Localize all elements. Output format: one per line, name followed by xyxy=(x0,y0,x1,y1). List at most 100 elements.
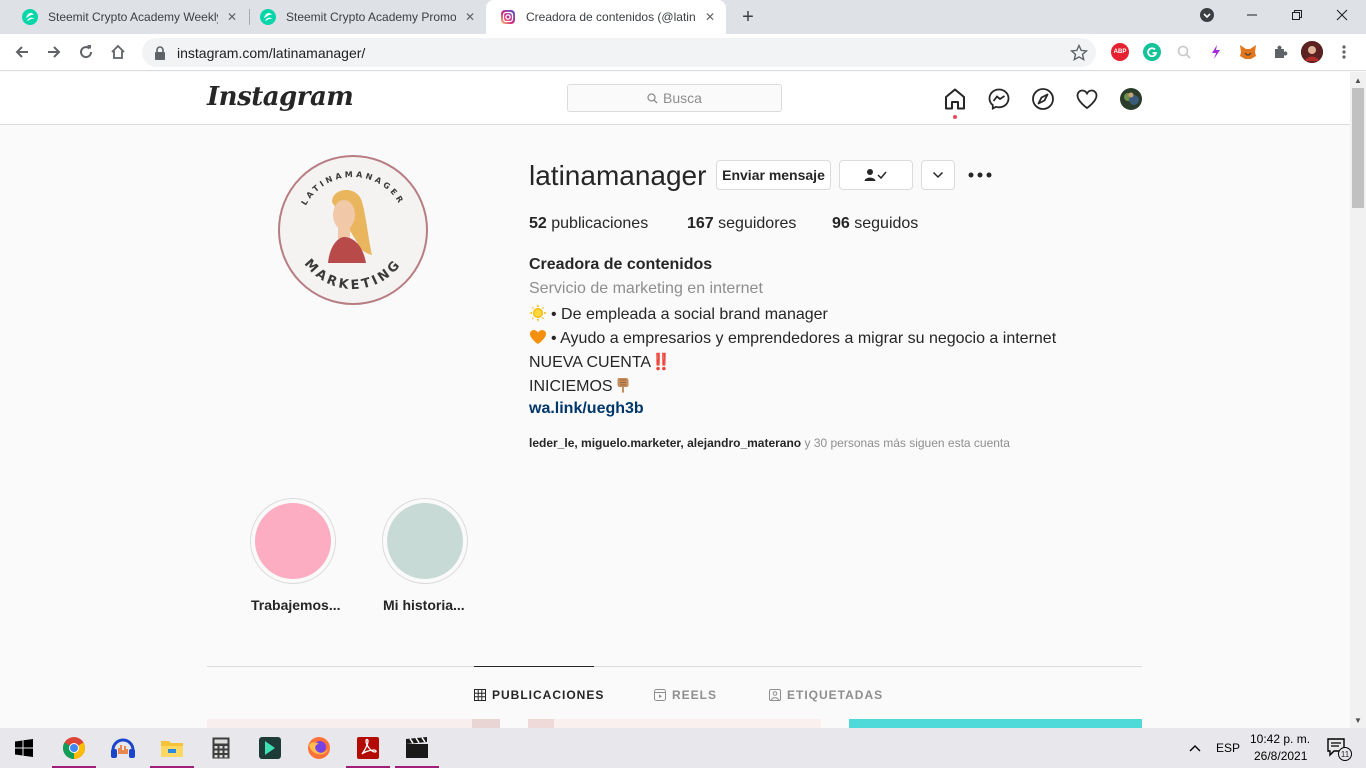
tab-search-button[interactable] xyxy=(1185,0,1229,30)
instagram-logo[interactable]: Instagram xyxy=(207,82,354,112)
calculator-icon xyxy=(212,737,230,759)
puzzle-icon[interactable] xyxy=(1271,43,1289,61)
highlight-cover xyxy=(387,503,463,579)
language-indicator[interactable]: ESP xyxy=(1216,741,1240,755)
posts-count: 52 xyxy=(529,215,547,232)
sync-icon[interactable] xyxy=(1207,43,1225,61)
post-thumbnail[interactable] xyxy=(528,719,821,728)
chrome-menu-button[interactable] xyxy=(1330,38,1358,66)
taskbar-audacity[interactable] xyxy=(99,728,147,768)
taskbar-filmora[interactable] xyxy=(246,728,294,768)
forward-button[interactable] xyxy=(40,38,68,66)
active-tab-indicator xyxy=(474,666,594,667)
nav-explore[interactable] xyxy=(1030,86,1056,112)
url-text: instagram.com/latinamanager/ xyxy=(177,44,366,61)
windows-taskbar: ESP 10:42 p. m. 26/8/2021 11 xyxy=(0,728,1366,768)
posts-label: publicaciones xyxy=(551,215,649,232)
search-ext-icon[interactable] xyxy=(1175,43,1193,61)
metamask-icon[interactable] xyxy=(1239,43,1257,61)
minimize-button[interactable] xyxy=(1230,0,1274,30)
close-tab-icon[interactable]: ✕ xyxy=(224,9,240,25)
sun-emoji-icon xyxy=(529,304,547,322)
windows-start-button[interactable] xyxy=(0,728,48,768)
bio-category: Servicio de marketing en internet xyxy=(529,280,763,297)
activity-dot xyxy=(953,115,957,119)
close-tab-icon[interactable]: ✕ xyxy=(462,9,478,25)
followed-by-note[interactable]: leder_le, miguelo.marketer, alejandro_ma… xyxy=(529,436,1010,450)
following-icon xyxy=(864,169,887,181)
more-options-button[interactable] xyxy=(967,163,993,187)
tab-label: REELS xyxy=(672,688,718,702)
latinamanager-logo: LATINAMANAGER MARKETING xyxy=(300,170,404,293)
suggestions-dropdown-button[interactable] xyxy=(921,160,955,190)
file-explorer-icon xyxy=(161,741,183,757)
browser-tab-3[interactable]: Creadora de contenidos (@latina ✕ xyxy=(486,0,726,34)
taskbar-acrobat[interactable] xyxy=(344,728,392,768)
tabs-divider xyxy=(207,666,1142,667)
scroll-down-arrow[interactable]: ▼ xyxy=(1350,712,1366,728)
highlight-trabajemos[interactable] xyxy=(250,498,336,584)
taskbar-firefox[interactable] xyxy=(295,728,343,768)
followers-label: seguidores xyxy=(718,215,797,232)
following-count: 96 xyxy=(832,215,850,232)
tray-overflow-button[interactable] xyxy=(1182,728,1208,768)
tab-reels[interactable]: REELS xyxy=(654,688,717,702)
followed-by-name[interactable]: miguelo.marketer xyxy=(581,436,680,450)
profile-photo xyxy=(1301,41,1323,63)
highlight-mi-historia[interactable] xyxy=(382,498,468,584)
home-icon xyxy=(111,44,125,59)
lightning-icon xyxy=(1212,45,1220,59)
followed-by-name[interactable]: alejandro_materano xyxy=(687,436,801,450)
post-thumbnail[interactable] xyxy=(849,719,1142,728)
back-button[interactable] xyxy=(8,38,36,66)
taskbar-chrome[interactable] xyxy=(50,728,98,768)
chevron-up-icon xyxy=(1189,745,1201,752)
followed-by-name[interactable]: leder_le xyxy=(529,436,574,450)
profile-avatar[interactable] xyxy=(1301,41,1323,63)
tab-publicaciones[interactable]: PUBLICACIONES xyxy=(474,688,604,702)
grammarly-glyph xyxy=(1147,47,1158,58)
taskbar-file-explorer[interactable] xyxy=(148,728,196,768)
restore-icon xyxy=(1292,10,1302,20)
profile-avatar-large[interactable]: LATINAMANAGER MARKETING xyxy=(278,155,428,305)
profile-avatar xyxy=(1120,88,1142,110)
nav-home[interactable] xyxy=(942,86,968,112)
browser-tab-title: Creadora de contenidos (@latina xyxy=(526,10,696,24)
following-stat[interactable]: 96 seguidos xyxy=(832,215,918,233)
notifications-badge: 11 xyxy=(1338,747,1352,761)
send-message-button[interactable]: Enviar mensaje xyxy=(716,160,831,190)
chevron-down-icon xyxy=(1200,8,1214,22)
action-center-button[interactable]: 11 xyxy=(1318,728,1358,768)
nav-messenger[interactable] xyxy=(986,86,1012,112)
reload-button[interactable] xyxy=(72,38,100,66)
fox-icon xyxy=(1240,45,1256,59)
search-input[interactable]: Busca xyxy=(567,84,782,112)
home-button[interactable] xyxy=(104,38,132,66)
address-bar[interactable]: instagram.com/latinamanager/ xyxy=(142,38,1096,67)
abp-icon[interactable]: ABP xyxy=(1111,43,1129,61)
post-thumbnail[interactable] xyxy=(207,719,500,728)
restore-button[interactable] xyxy=(1275,0,1319,30)
nav-profile[interactable] xyxy=(1118,86,1144,112)
bookmark-star-icon[interactable] xyxy=(1070,44,1088,62)
close-tab-icon[interactable]: ✕ xyxy=(702,9,718,25)
taskbar-calculator[interactable] xyxy=(197,728,245,768)
nav-activity[interactable] xyxy=(1074,86,1100,112)
browser-tab-1[interactable]: Steemit Crypto Academy Weekly ✕ xyxy=(8,0,248,34)
taskbar-date[interactable]: 26/8/2021 xyxy=(1254,749,1307,763)
scroll-up-arrow[interactable]: ▲ xyxy=(1350,72,1366,88)
bio-external-link[interactable]: wa.link/uegh3b xyxy=(529,400,644,418)
browser-tab-2[interactable]: Steemit Crypto Academy Promot ✕ xyxy=(246,0,486,34)
scroll-thumb[interactable] xyxy=(1352,88,1364,208)
close-window-button[interactable] xyxy=(1320,0,1364,30)
taskbar-time[interactable]: 10:42 p. m. xyxy=(1250,732,1310,746)
bio-line-3: NUEVA CUENTA‼️ xyxy=(529,354,672,371)
following-button[interactable] xyxy=(839,160,913,190)
new-tab-button[interactable]: + xyxy=(737,6,759,28)
followers-stat[interactable]: 167 seguidores xyxy=(687,215,796,233)
taskbar-video-editor[interactable] xyxy=(393,728,441,768)
acrobat-icon xyxy=(357,737,379,759)
page-scrollbar[interactable]: ▲ ▼ xyxy=(1350,72,1366,728)
tab-etiquetadas[interactable]: ETIQUETADAS xyxy=(769,688,883,702)
grammarly-icon[interactable] xyxy=(1143,43,1161,61)
